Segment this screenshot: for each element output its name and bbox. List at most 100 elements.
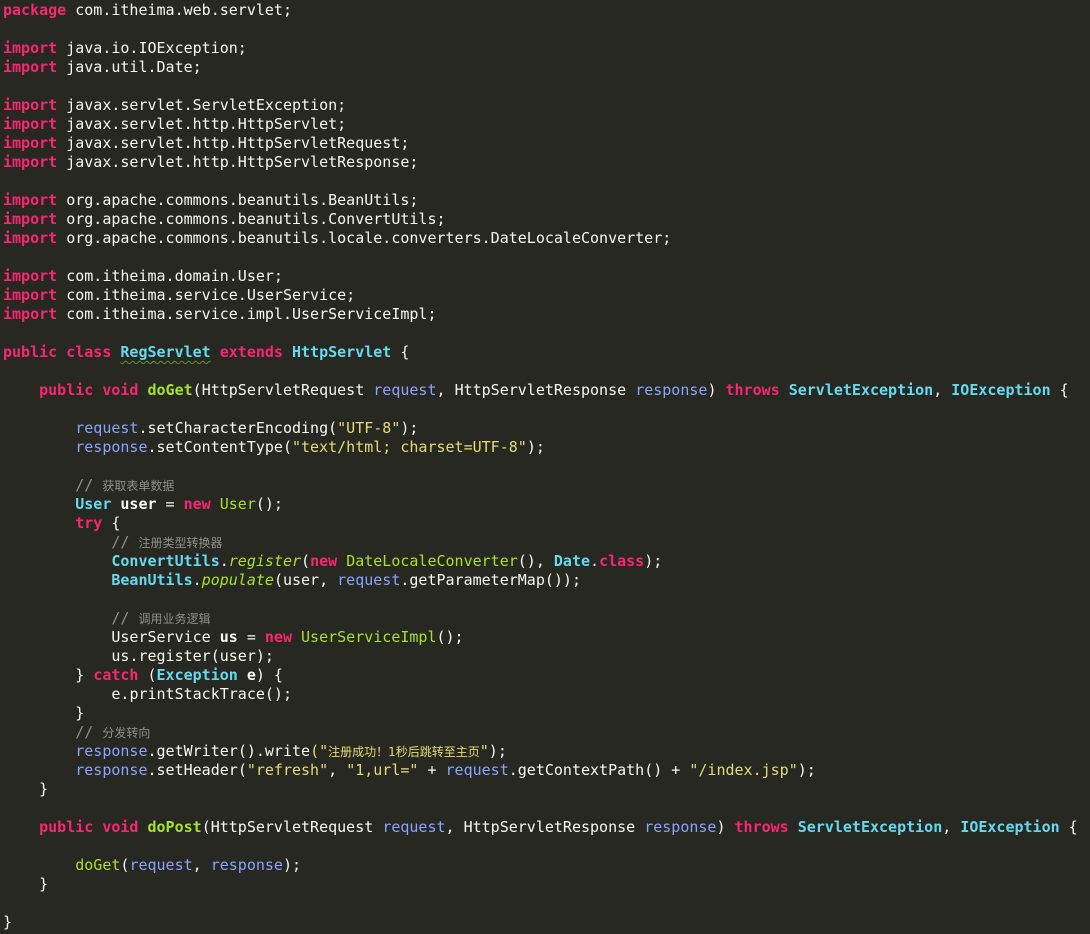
code-line[interactable]: BeanUtils.populate(user, request.getPara… bbox=[3, 571, 1078, 590]
code-line[interactable]: request.setCharacterEncoding("UTF-8"); bbox=[3, 419, 1078, 438]
code-line[interactable]: import org.apache.commons.beanutils.Bean… bbox=[3, 191, 1078, 210]
code-line[interactable]: public void doGet(HttpServletRequest req… bbox=[3, 381, 1078, 400]
code-line[interactable]: public void doPost(HttpServletRequest re… bbox=[3, 818, 1078, 837]
code-text: ( bbox=[210, 647, 220, 665]
static-call-token: register bbox=[228, 552, 302, 570]
code-line[interactable]: import com.itheima.domain.User; bbox=[3, 267, 1078, 286]
modifier-token: public bbox=[39, 818, 94, 836]
variable-token: request bbox=[75, 419, 139, 437]
code-line[interactable]: // 注册类型转换器 bbox=[3, 533, 1078, 552]
keyword-token: new bbox=[183, 495, 211, 513]
code-line[interactable]: public class RegServlet extends HttpServ… bbox=[3, 343, 1078, 362]
source-code[interactable]: package com.itheima.web.servlet;​import … bbox=[3, 1, 1078, 932]
code-line[interactable]: ​ bbox=[3, 172, 1078, 191]
code-line[interactable]: response.setContentType("text/html; char… bbox=[3, 438, 1078, 457]
code-line[interactable]: User user = new User(); bbox=[3, 495, 1078, 514]
code-line[interactable]: } bbox=[3, 875, 1078, 894]
code-line[interactable]: ​ bbox=[3, 77, 1078, 96]
code-text: , bbox=[933, 381, 952, 399]
code-text: , bbox=[192, 856, 211, 874]
code-text: ); bbox=[255, 647, 274, 665]
code-text: HttpServletResponse bbox=[463, 818, 636, 836]
code-text: ( bbox=[273, 571, 283, 589]
code-line[interactable]: ​ bbox=[3, 837, 1078, 856]
code-text: , bbox=[319, 571, 338, 589]
code-text: setCharacterEncoding bbox=[147, 419, 329, 437]
keyword-token: new bbox=[310, 552, 338, 570]
code-line[interactable]: // 分发转向 bbox=[3, 723, 1078, 742]
code-text: user bbox=[219, 647, 256, 665]
code-line[interactable]: ​ bbox=[3, 362, 1078, 381]
code-editor[interactable]: package com.itheima.web.servlet;​import … bbox=[0, 0, 1090, 934]
code-line[interactable]: ​ bbox=[3, 400, 1078, 419]
code-text: org.apache.commons.beanutils.locale.conv… bbox=[57, 229, 672, 247]
keyword-token: import bbox=[3, 96, 58, 114]
code-line[interactable]: import com.itheima.service.UserService; bbox=[3, 286, 1078, 305]
code-line[interactable]: UserService us = new UserServiceImpl(); bbox=[3, 628, 1078, 647]
code-line[interactable]: ​ bbox=[3, 20, 1078, 39]
string-literal: "1,url=" bbox=[346, 761, 419, 779]
code-line[interactable]: } bbox=[3, 913, 1078, 932]
code-line[interactable]: e.printStackTrace(); bbox=[3, 685, 1078, 704]
code-line[interactable]: import java.util.Date; bbox=[3, 58, 1078, 77]
code-line[interactable]: ​ bbox=[3, 248, 1078, 267]
code-line[interactable]: // 调用业务逻辑 bbox=[3, 609, 1078, 628]
code-line[interactable]: try { bbox=[3, 514, 1078, 533]
code-text: (), bbox=[517, 552, 554, 570]
local-variable-token: user bbox=[120, 495, 157, 513]
keyword-token: import bbox=[3, 305, 58, 323]
code-line[interactable]: ​ bbox=[3, 799, 1078, 818]
code-line[interactable]: import javax.servlet.http.HttpServletReq… bbox=[3, 134, 1078, 153]
code-line[interactable]: ​ bbox=[3, 894, 1078, 913]
code-line[interactable]: ​ bbox=[3, 324, 1078, 343]
keyword-token: extends bbox=[219, 343, 283, 361]
code-line[interactable]: doGet(request, response); bbox=[3, 856, 1078, 875]
code-line[interactable]: us.register(user); bbox=[3, 647, 1078, 666]
code-text: java.util.Date; bbox=[57, 58, 202, 76]
variable-token: response bbox=[644, 818, 717, 836]
code-line[interactable]: } catch (Exception e) { bbox=[3, 666, 1078, 685]
code-text: com.itheima.domain.User; bbox=[57, 267, 283, 285]
code-line[interactable]: // 获取表单数据 bbox=[3, 476, 1078, 495]
code-text: = bbox=[156, 495, 184, 513]
code-line[interactable]: import javax.servlet.http.HttpServletRes… bbox=[3, 153, 1078, 172]
code-line[interactable]: ​ bbox=[3, 457, 1078, 476]
variable-token: request bbox=[337, 571, 401, 589]
code-line[interactable]: import javax.servlet.http.HttpServlet; bbox=[3, 115, 1078, 134]
code-text: javax.servlet.http.HttpServletResponse; bbox=[57, 153, 419, 171]
code-line[interactable]: import org.apache.commons.beanutils.Conv… bbox=[3, 210, 1078, 229]
code-line[interactable]: ​ bbox=[3, 590, 1078, 609]
code-line[interactable]: response.setHeader("refresh", "1,url=" +… bbox=[3, 761, 1078, 780]
keyword-token: throws bbox=[725, 381, 780, 399]
code-text: (); bbox=[436, 628, 464, 646]
code-line[interactable]: } bbox=[3, 780, 1078, 799]
keyword-token: void bbox=[102, 818, 139, 836]
code-text: } bbox=[3, 704, 85, 722]
code-text: ) bbox=[707, 381, 726, 399]
type-token: Exception bbox=[156, 666, 238, 684]
code-line[interactable]: response.getWriter().write("注册成功！1秒后跳转至主… bbox=[3, 742, 1078, 761]
code-text: javax.servlet.http.HttpServletRequest; bbox=[57, 134, 410, 152]
code-line[interactable]: import com.itheima.service.impl.UserServ… bbox=[3, 305, 1078, 324]
code-line[interactable]: ConvertUtils.register(new DateLocaleConv… bbox=[3, 552, 1078, 571]
code-line[interactable]: import javax.servlet.ServletException; bbox=[3, 96, 1078, 115]
code-text: ); bbox=[644, 552, 663, 570]
code-line[interactable]: import java.io.IOException; bbox=[3, 39, 1078, 58]
code-text: ); bbox=[488, 742, 507, 760]
code-line[interactable]: package com.itheima.web.servlet; bbox=[3, 1, 1078, 20]
type-token: ConvertUtils bbox=[111, 552, 220, 570]
code-text: ( bbox=[192, 381, 202, 399]
code-line[interactable]: import org.apache.commons.beanutils.loca… bbox=[3, 229, 1078, 248]
code-line[interactable]: } bbox=[3, 704, 1078, 723]
